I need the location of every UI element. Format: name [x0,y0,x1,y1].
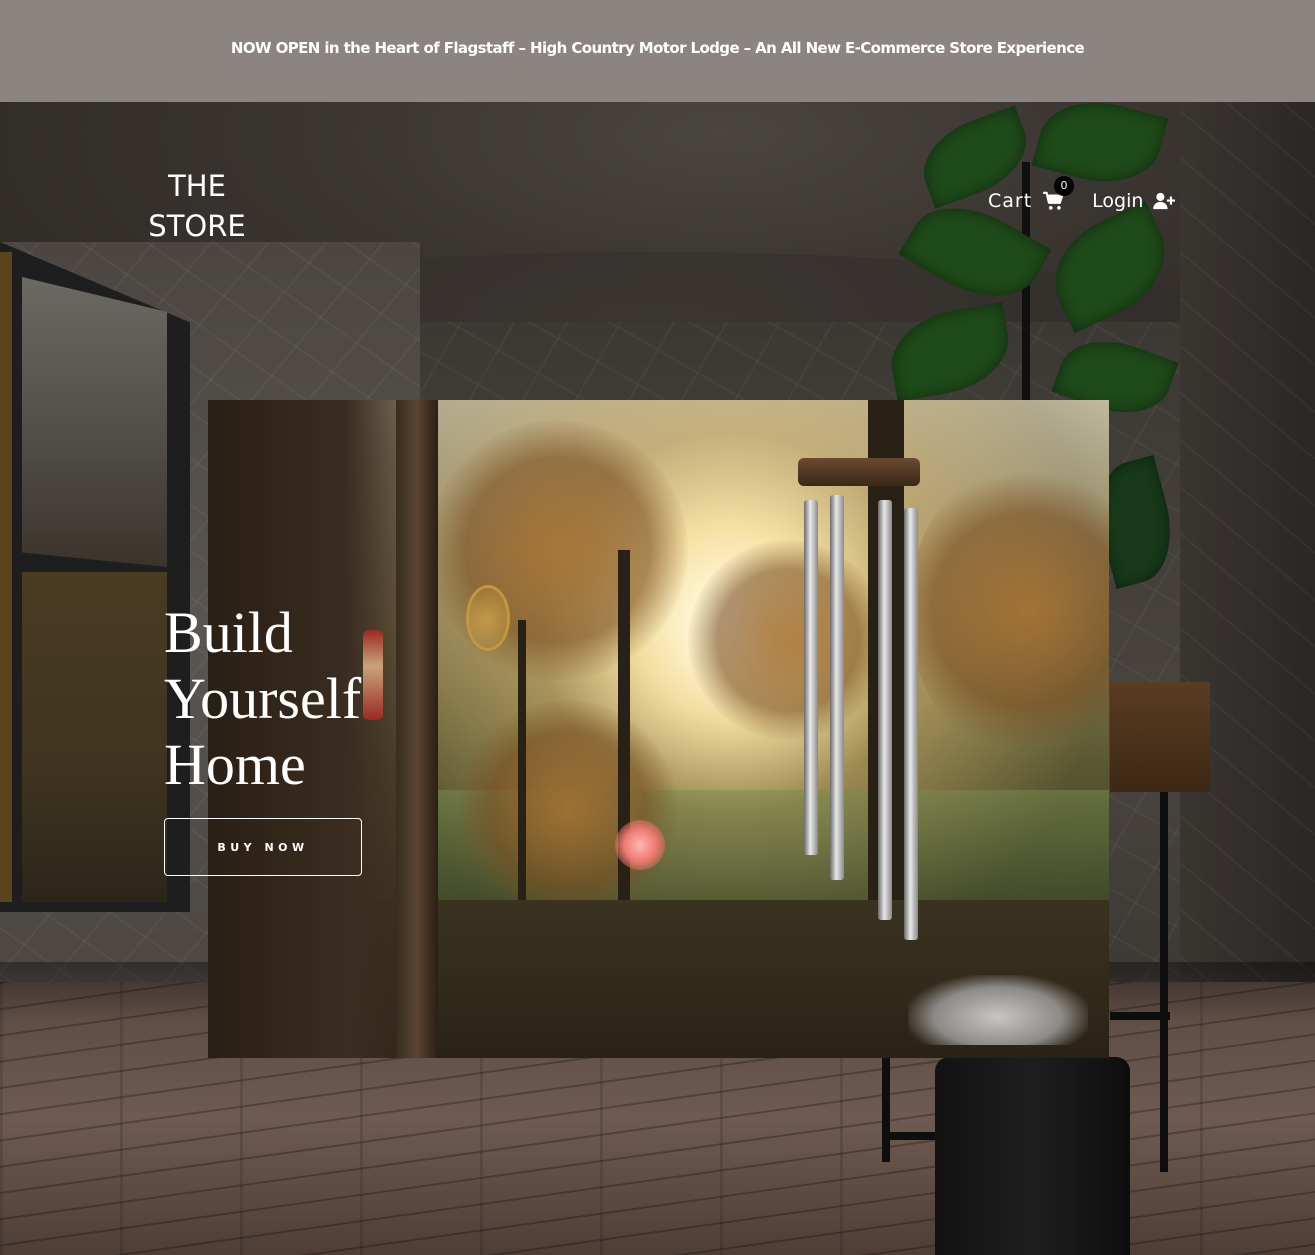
video-tree [518,620,526,940]
user-plus-icon [1153,192,1176,210]
login-label: Login [1092,190,1144,212]
page: NOW OPEN in the Heart of Flagstaff – Hig… [0,0,1315,1255]
lens-flare [615,820,665,870]
video-foliage [458,700,678,920]
wind-chime-top [798,458,920,486]
store-logo[interactable]: THE STORE [142,166,252,246]
cart-link[interactable]: Cart 0 [988,176,1074,212]
logo-line-2: STORE [148,209,246,243]
window-pane-top [22,277,167,567]
video-rocks [908,975,1088,1045]
wind-chime-tube [830,495,844,880]
plant-pot [935,1057,1130,1255]
wall-shelf [1110,682,1210,792]
logo-line-1: THE [168,169,226,203]
headline-line-3: Home [164,732,306,797]
hero-headline: Build Yourself Home [164,600,424,798]
video-foliage [688,540,888,740]
buy-now-button[interactable]: BUY NOW [164,818,362,876]
headline-line-1: Build [164,600,293,665]
suncatcher [466,585,510,651]
announcement-bar: NOW OPEN in the Heart of Flagstaff – Hig… [0,0,1315,102]
announcement-text: NOW OPEN in the Heart of Flagstaff – Hig… [230,39,1085,57]
wind-chime-tube [904,508,918,940]
cart-count-badge: 0 [1054,176,1074,196]
shelf-leg [1160,792,1168,1172]
video-foliage [428,420,688,680]
shelf-bar [1110,1012,1170,1020]
login-link[interactable]: Login [1092,190,1176,212]
room-right-wall [1180,102,1315,1052]
header-nav: Cart 0 Login [988,176,1176,212]
video-tree [618,550,630,950]
headline-line-2: Yourself [164,666,362,731]
window-pane-bottom [22,572,167,902]
window-edge [0,252,12,902]
wind-chime-tube [878,500,892,920]
video-foliage [908,460,1109,760]
wind-chime-tube [804,500,818,855]
cart-label: Cart [988,190,1033,212]
shelf-bar [882,1132,942,1140]
